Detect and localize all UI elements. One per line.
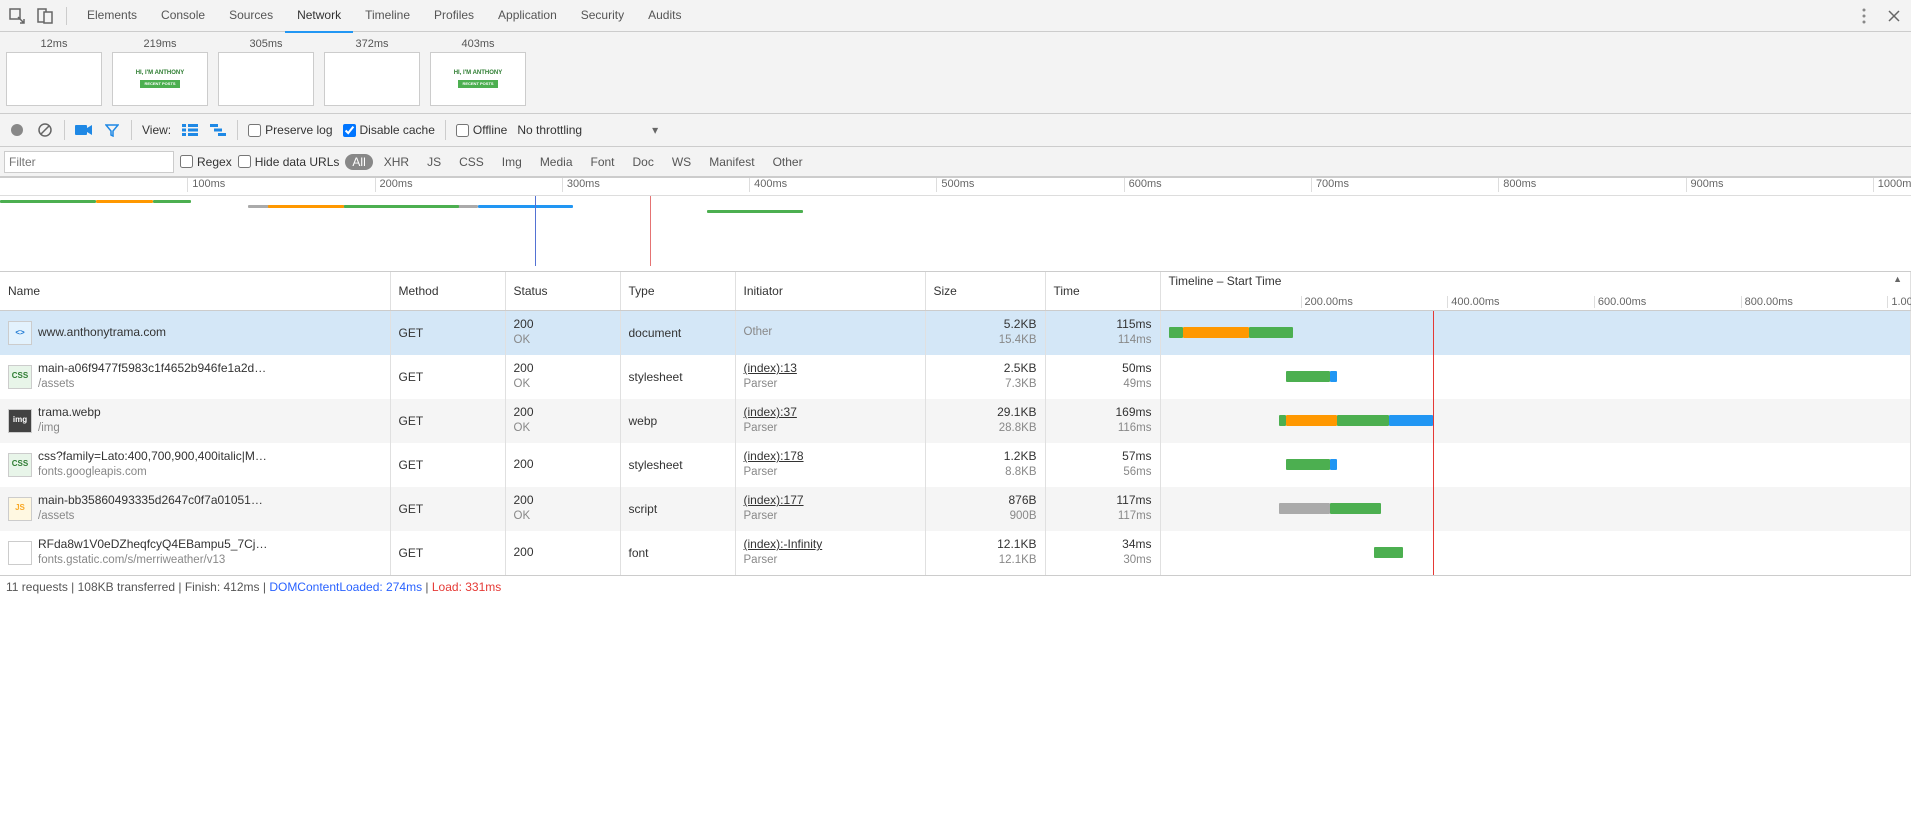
column-header[interactable]: Method [390, 272, 505, 311]
filter-type-manifest[interactable]: Manifest [702, 154, 761, 170]
filter-type-xhr[interactable]: XHR [377, 154, 416, 170]
column-header[interactable]: Timeline – Start Time▲200.00ms400.00ms60… [1160, 272, 1911, 311]
filmstrip-frame[interactable]: 305ms [218, 38, 314, 106]
preserve-log-checkbox[interactable]: Preserve log [248, 123, 332, 137]
camera-icon[interactable] [75, 121, 93, 139]
initiator-link[interactable]: (index):13 [744, 361, 917, 377]
offline-checkbox[interactable]: Offline [456, 123, 507, 137]
filter-type-css[interactable]: CSS [452, 154, 491, 170]
request-row[interactable]: <>www.anthonytrama.comGET200OKdocumentOt… [0, 311, 1911, 355]
close-icon[interactable] [1885, 7, 1903, 25]
filter-type-media[interactable]: Media [533, 154, 580, 170]
tab-elements[interactable]: Elements [75, 0, 149, 33]
regex-checkbox[interactable]: Regex [180, 155, 232, 169]
column-header[interactable]: Time [1045, 272, 1160, 311]
tab-audits[interactable]: Audits [636, 0, 693, 33]
request-row[interactable]: CSScss?family=Lato:400,700,900,400italic… [0, 443, 1911, 487]
view-list-icon[interactable] [181, 121, 199, 139]
request-row[interactable]: JSmain-bb35860493335d2647c0f7a01051…/ass… [0, 487, 1911, 531]
filter-type-doc[interactable]: Doc [626, 154, 661, 170]
file-type-icon: CSS [8, 365, 32, 389]
summary-bar: 11 requests | 108KB transferred | Finish… [0, 575, 1911, 598]
tab-application[interactable]: Application [486, 0, 569, 33]
tab-console[interactable]: Console [149, 0, 217, 33]
filter-icon[interactable] [103, 121, 121, 139]
initiator-link[interactable]: (index):-Infinity [744, 537, 917, 553]
filmstrip-frame[interactable]: 12ms [6, 38, 102, 106]
column-header[interactable]: Name [0, 272, 390, 311]
file-type-icon: CSS [8, 453, 32, 477]
filmstrip-frame[interactable]: 403msHI, I'M ANTHONYRECENT POSTS [430, 38, 526, 106]
request-row[interactable]: imgtrama.webp/imgGET200OKwebp(index):37P… [0, 399, 1911, 443]
view-label: View: [142, 123, 171, 137]
initiator-link[interactable]: (index):177 [744, 493, 917, 509]
column-header[interactable]: Status [505, 272, 620, 311]
more-icon[interactable] [1855, 7, 1873, 25]
filter-type-js[interactable]: JS [420, 154, 448, 170]
file-type-icon: <> [8, 321, 32, 345]
column-header[interactable]: Size [925, 272, 1045, 311]
column-header[interactable]: Type [620, 272, 735, 311]
column-header[interactable]: Initiator [735, 272, 925, 311]
file-type-icon: JS [8, 497, 32, 521]
record-icon[interactable] [8, 121, 26, 139]
file-type-icon: img [8, 409, 32, 433]
filter-type-ws[interactable]: WS [665, 154, 698, 170]
sort-indicator-icon: ▲ [1893, 274, 1902, 284]
tab-profiles[interactable]: Profiles [422, 0, 486, 33]
tab-timeline[interactable]: Timeline [353, 0, 422, 33]
dropdown-icon[interactable]: ▾ [652, 123, 658, 137]
initiator-link[interactable]: (index):37 [744, 405, 917, 421]
filter-type-other[interactable]: Other [766, 154, 810, 170]
device-icon[interactable] [36, 7, 54, 25]
filmstrip-frame[interactable]: 372ms [324, 38, 420, 106]
request-row[interactable]: CSSmain-a06f9477f5983c1f4652b946fe1a2d…/… [0, 355, 1911, 399]
filter-type-font[interactable]: Font [584, 154, 622, 170]
throttle-select[interactable]: No throttling [517, 123, 582, 137]
inspect-icon[interactable] [8, 7, 26, 25]
filmstrip-frame[interactable]: 219msHI, I'M ANTHONYRECENT POSTS [112, 38, 208, 106]
filter-input[interactable] [4, 151, 174, 173]
clear-icon[interactable] [36, 121, 54, 139]
file-type-icon [8, 541, 32, 565]
tab-sources[interactable]: Sources [217, 0, 285, 33]
filter-type-all[interactable]: All [345, 154, 372, 170]
request-row[interactable]: RFda8w1V0eDZheqfcyQ4EBampu5_7Cj…fonts.gs… [0, 531, 1911, 575]
tab-security[interactable]: Security [569, 0, 636, 33]
initiator-link[interactable]: (index):178 [744, 449, 917, 465]
hide-data-urls-checkbox[interactable]: Hide data URLs [238, 155, 340, 169]
view-waterfall-icon[interactable] [209, 121, 227, 139]
filter-type-img[interactable]: Img [495, 154, 529, 170]
disable-cache-checkbox[interactable]: Disable cache [343, 123, 435, 137]
tab-network[interactable]: Network [285, 0, 353, 33]
